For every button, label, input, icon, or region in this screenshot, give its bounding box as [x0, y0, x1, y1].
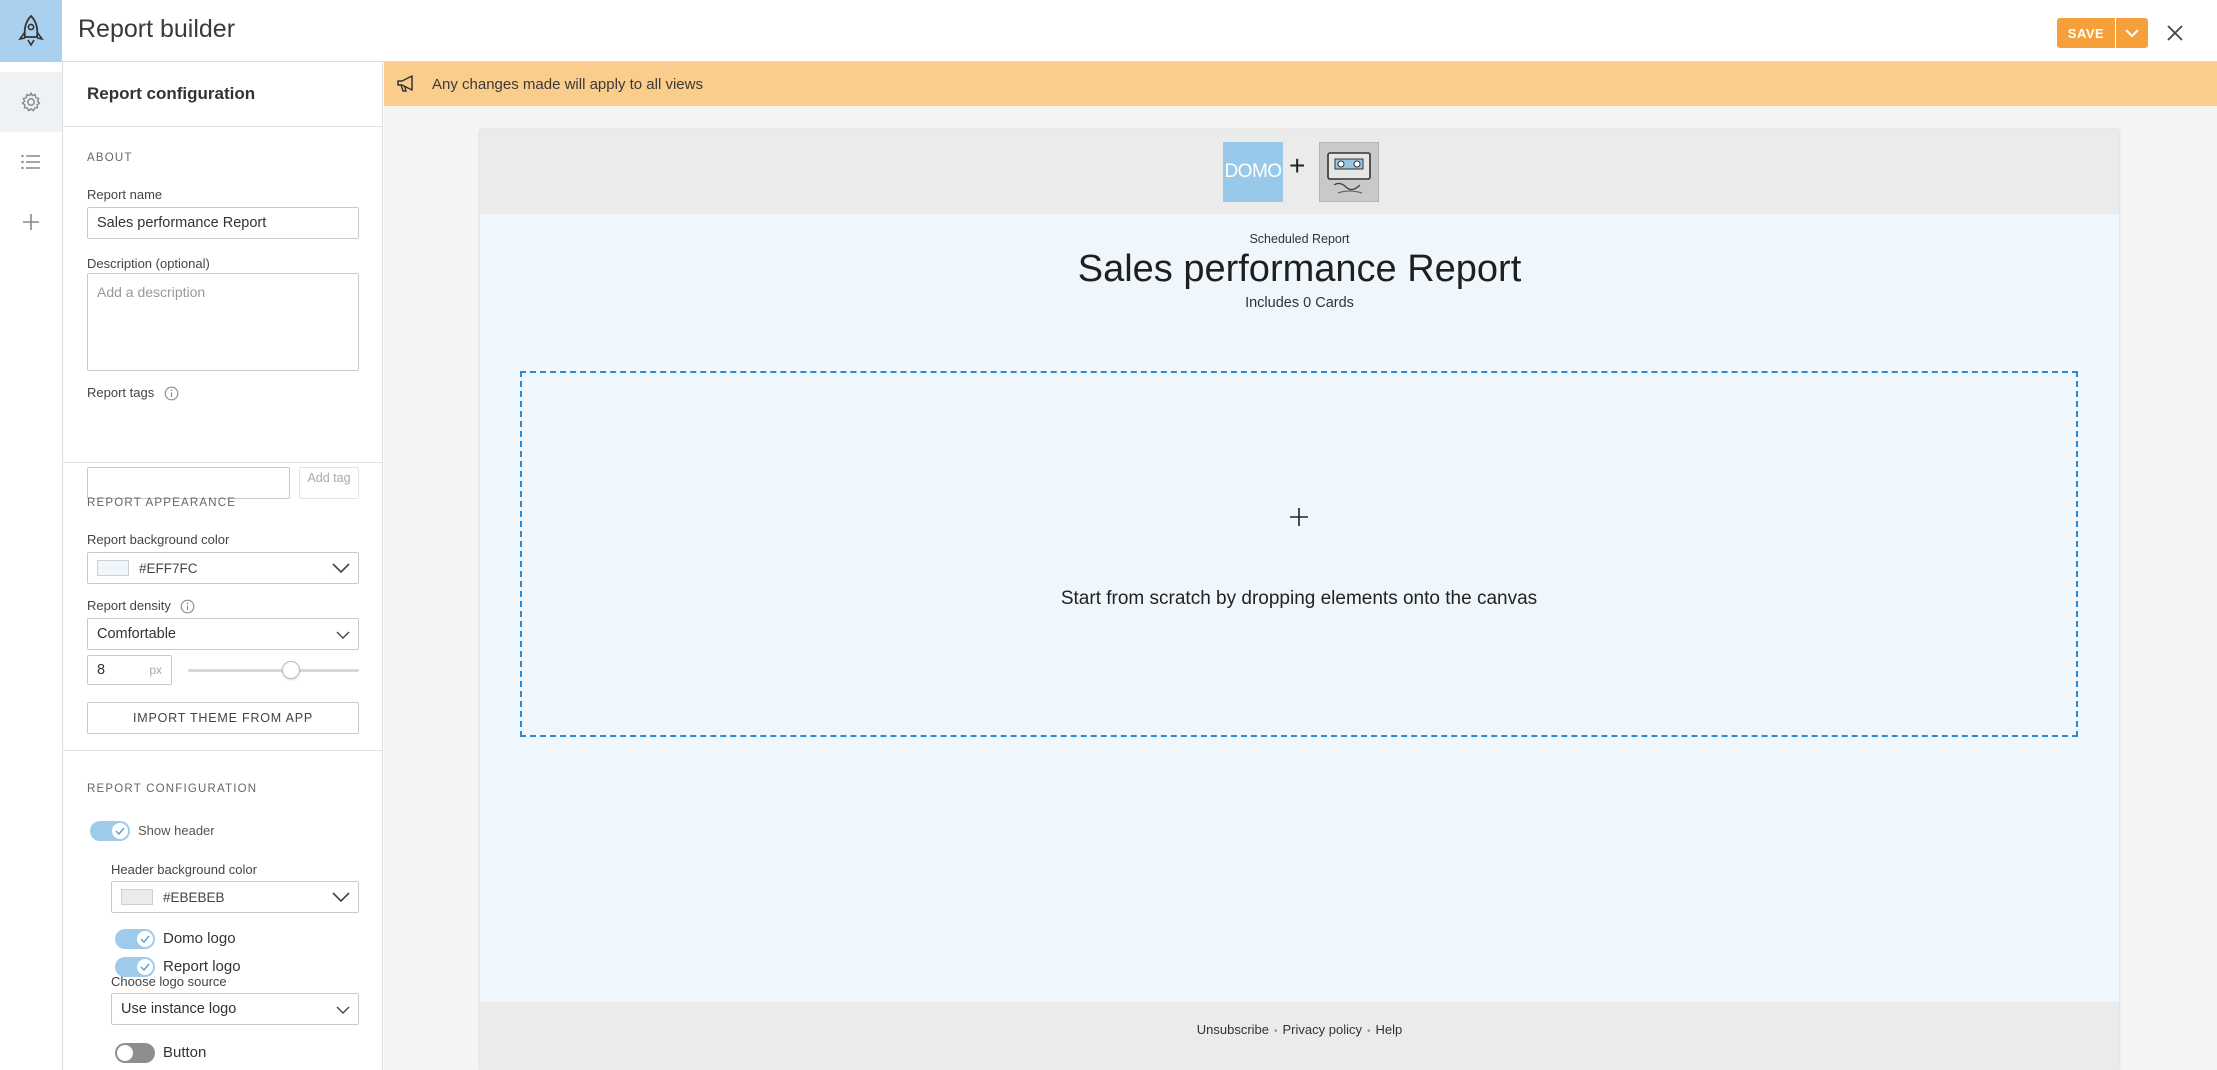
logo-source-select[interactable]: Use instance logo	[111, 993, 359, 1025]
density-value: Comfortable	[97, 626, 176, 642]
privacy-policy-link[interactable]: Privacy policy	[1283, 1022, 1362, 1037]
scheduled-report-label: Scheduled Report	[1249, 232, 1350, 246]
gear-icon	[21, 92, 41, 112]
megaphone-icon	[397, 75, 413, 92]
description-label: Description (optional)	[87, 256, 210, 271]
list-icon	[21, 154, 40, 170]
divider	[63, 126, 382, 127]
logo-source-value: Use instance logo	[121, 1001, 237, 1017]
report-tags-input[interactable]	[87, 467, 290, 499]
button-toggle[interactable]	[115, 1043, 155, 1063]
bg-color-swatch	[97, 560, 129, 576]
top-bar: Report builder SAVE	[0, 0, 2217, 62]
divider	[63, 750, 382, 751]
left-rail	[0, 62, 63, 1070]
drop-zone-text: Start from scratch by dropping elements …	[1060, 588, 1538, 609]
header-bg-swatch	[121, 889, 153, 905]
section-title-appearance: REPORT APPEARANCE	[87, 497, 237, 509]
report-footer: Unsubscribe • Privacy policy • Help	[480, 1002, 2119, 1070]
footer-links: Unsubscribe • Privacy policy • Help	[480, 1022, 2119, 1037]
footer-separator: •	[1274, 1026, 1278, 1037]
header-bg-select[interactable]: #EBEBEB	[111, 881, 359, 913]
close-button[interactable]	[2160, 18, 2190, 48]
check-icon	[140, 935, 150, 943]
panel-title: Report configuration	[87, 84, 256, 103]
rail-item-add[interactable]	[0, 192, 62, 252]
density-select[interactable]: Comfortable	[87, 618, 359, 650]
page-title: Report builder	[78, 15, 236, 43]
config-panel: Report configuration ABOUT Report name D…	[63, 62, 383, 1070]
chevron-down-icon	[336, 631, 350, 639]
domo-logo-label: Domo logo	[163, 930, 236, 947]
domo-logo-toggle[interactable]	[115, 929, 155, 949]
report-tags-label: Report tags	[87, 385, 179, 401]
density-label-text: Report density	[87, 598, 171, 613]
description-input[interactable]	[87, 273, 359, 371]
show-header-label: Show header	[138, 823, 215, 838]
spacing-unit: px	[149, 663, 162, 677]
report-name-label: Report name	[87, 187, 163, 202]
rail-item-settings[interactable]	[0, 72, 62, 132]
bg-color-label: Report background color	[87, 532, 230, 547]
bg-color-select[interactable]: #EFF7FC	[87, 552, 359, 584]
plus-icon	[23, 214, 39, 230]
instance-logo	[1319, 142, 1379, 202]
chevron-down-icon	[336, 1006, 350, 1014]
density-label: Report density	[87, 598, 195, 614]
chevron-down-icon	[2125, 29, 2139, 38]
bg-color-value: #EFF7FC	[139, 560, 198, 576]
rail-item-outline[interactable]	[0, 132, 62, 192]
check-icon	[140, 963, 150, 971]
section-title-configuration: REPORT CONFIGURATION	[87, 783, 258, 795]
banner-text: Any changes made will apply to all views	[432, 75, 703, 93]
save-options-button[interactable]	[2116, 18, 2148, 48]
report-title[interactable]: Sales performance Report	[480, 248, 2119, 291]
info-icon[interactable]	[180, 599, 195, 614]
button-toggle-label: Button	[163, 1044, 207, 1061]
plus-icon	[1290, 508, 1308, 526]
info-banner: Any changes made will apply to all views	[384, 62, 2217, 106]
logo-source-label: Choose logo source	[111, 974, 227, 989]
app-logo[interactable]	[0, 0, 62, 62]
section-title-about: ABOUT	[87, 152, 133, 164]
report-header[interactable]: DOMO +	[480, 130, 2119, 214]
domo-logo: DOMO	[1223, 142, 1283, 202]
info-icon[interactable]	[164, 386, 179, 401]
report-preview: DOMO + Scheduled Report Sales performanc…	[480, 130, 2119, 1070]
divider	[63, 462, 382, 463]
header-bg-value: #EBEBEB	[163, 889, 225, 905]
spacing-slider-thumb[interactable]	[281, 661, 300, 679]
chevron-down-icon	[332, 892, 350, 903]
cards-count: Includes 0 Cards	[1245, 295, 1354, 311]
close-icon	[2167, 25, 2183, 41]
spacing-input[interactable]: 8 px	[87, 655, 172, 685]
unsubscribe-link[interactable]: Unsubscribe	[1197, 1022, 1269, 1037]
header-bg-label: Header background color	[111, 862, 257, 877]
canvas-area: Any changes made will apply to all views…	[384, 62, 2217, 1070]
check-icon	[115, 827, 125, 835]
report-tags-label-text: Report tags	[87, 385, 155, 400]
chevron-down-icon	[332, 563, 350, 574]
drop-zone[interactable]: Start from scratch by dropping elements …	[520, 371, 2078, 737]
add-tag-button[interactable]: Add tag	[299, 467, 359, 499]
logo-plus: +	[1289, 150, 1306, 181]
cassette-logo-icon	[1327, 152, 1371, 194]
report-name-input[interactable]	[87, 207, 359, 239]
rocket-icon	[18, 14, 44, 47]
save-button[interactable]: SAVE	[2057, 18, 2115, 48]
show-header-toggle[interactable]	[90, 821, 130, 841]
footer-separator: •	[1366, 1026, 1371, 1037]
spacing-slider-track[interactable]	[188, 669, 359, 672]
import-theme-button[interactable]: IMPORT THEME FROM APP	[87, 702, 359, 734]
spacing-value: 8	[97, 662, 106, 678]
help-link[interactable]: Help	[1376, 1022, 1403, 1037]
report-logo-label: Report logo	[163, 958, 241, 975]
